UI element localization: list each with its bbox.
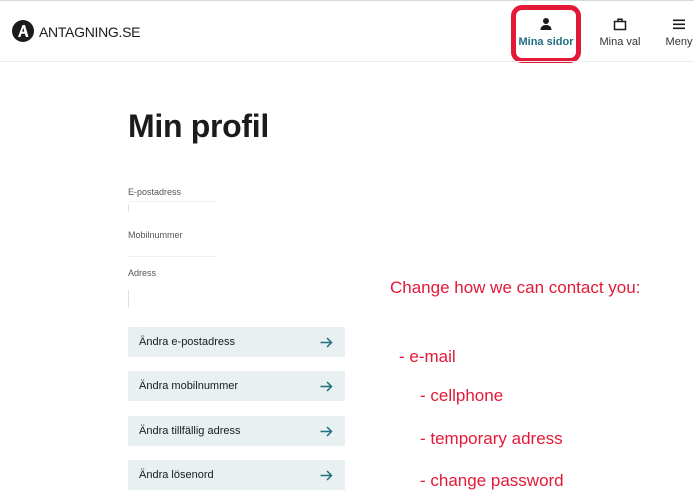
change-password-label: Ändra lösenord <box>139 469 214 481</box>
arrow-right-icon <box>320 336 333 348</box>
change-password-button[interactable]: Ändra lösenord <box>128 460 345 490</box>
change-mobile-button[interactable]: Ändra mobilnummer <box>128 371 345 401</box>
header-divider <box>0 61 694 62</box>
menu-icon <box>673 19 685 30</box>
annotation-item: - temporary adress <box>420 429 563 448</box>
logo-text[interactable]: ANTAGNING.SE <box>39 24 140 40</box>
change-email-label: Ändra e-postadress <box>139 336 235 348</box>
field-value-marker <box>128 290 129 308</box>
mina-sidor-highlight <box>511 5 581 63</box>
field-divider <box>128 201 216 202</box>
nav-mina-val[interactable]: Mina val <box>597 16 643 48</box>
briefcase-icon <box>613 18 627 31</box>
field-label-mobile: Mobilnummer <box>128 230 183 240</box>
arrow-right-icon <box>320 380 333 392</box>
field-label-email: E-postadress <box>128 187 182 197</box>
change-email-button[interactable]: Ändra e-postadress <box>128 327 345 357</box>
change-temporary-address-label: Ändra tillfällig adress <box>139 425 241 437</box>
change-mobile-label: Ändra mobilnummer <box>139 380 239 392</box>
nav-mina-val-label: Mina val <box>599 36 641 48</box>
field-label-address: Adress <box>128 268 157 278</box>
arrow-right-icon <box>320 425 333 437</box>
field-divider <box>128 256 216 257</box>
arrow-right-icon <box>320 469 333 481</box>
nav-meny[interactable]: Meny <box>661 16 694 48</box>
annotation-item: - change password <box>420 471 564 490</box>
field-value-marker <box>128 204 129 212</box>
site-header: ANTAGNING.SE Mina sidor Mina val Meny <box>0 0 694 63</box>
annotation-title: Change how we can contact you: <box>390 278 641 297</box>
annotation-item: - cellphone <box>420 386 504 405</box>
change-temporary-address-button[interactable]: Ändra tillfällig adress <box>128 416 345 446</box>
nav-meny-label: Meny <box>665 36 693 48</box>
annotation-item: - e-mail <box>399 347 456 366</box>
logo-icon[interactable] <box>12 20 34 42</box>
page-title: Min profil <box>128 108 269 144</box>
